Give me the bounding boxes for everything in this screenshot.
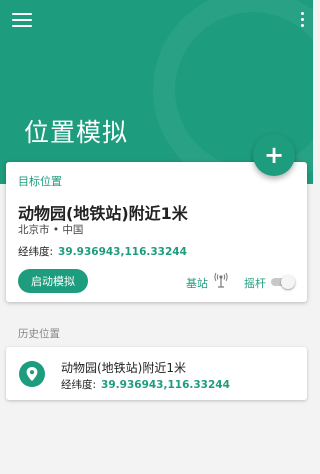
more-vert-icon[interactable] [297, 12, 307, 30]
base-station-label[interactable]: 基站 [186, 275, 208, 291]
target-coordinates: 经纬度: 39.936943,116.33244 [18, 244, 187, 259]
start-simulation-button[interactable]: 启动模拟 [18, 269, 88, 293]
page-title: 位置模拟 [24, 118, 129, 147]
antenna-icon[interactable] [214, 272, 228, 288]
target-location-name: 动物园(地铁站)附近1米 [18, 204, 188, 223]
toggle-thumb [281, 275, 295, 289]
history-section-title: 历史位置 [18, 328, 60, 340]
history-item-coordinates: 经纬度: 39.936943,116.33244 [61, 377, 230, 392]
history-item-name: 动物园(地铁站)附近1米 [61, 361, 186, 375]
menu-icon[interactable] [12, 13, 32, 29]
location-pin-icon [19, 361, 45, 387]
coords-value: 39.936943,116.33244 [101, 379, 230, 391]
joystick-toggle[interactable] [271, 275, 295, 289]
coords-label: 经纬度: [18, 246, 54, 258]
target-location-city: 北京市 • 中国 [18, 224, 84, 236]
target-section-label: 目标位置 [18, 175, 62, 188]
coords-value: 39.936943,116.33244 [58, 246, 187, 258]
add-location-button[interactable]: + [253, 134, 295, 176]
history-item[interactable]: 动物园(地铁站)附近1米 经纬度: 39.936943,116.33244 [6, 347, 307, 400]
joystick-label: 摇杆 [244, 277, 266, 290]
target-location-card: 目标位置 动物园(地铁站)附近1米 北京市 • 中国 经纬度: 39.936943… [6, 162, 307, 302]
coords-label: 经纬度: [61, 379, 97, 391]
